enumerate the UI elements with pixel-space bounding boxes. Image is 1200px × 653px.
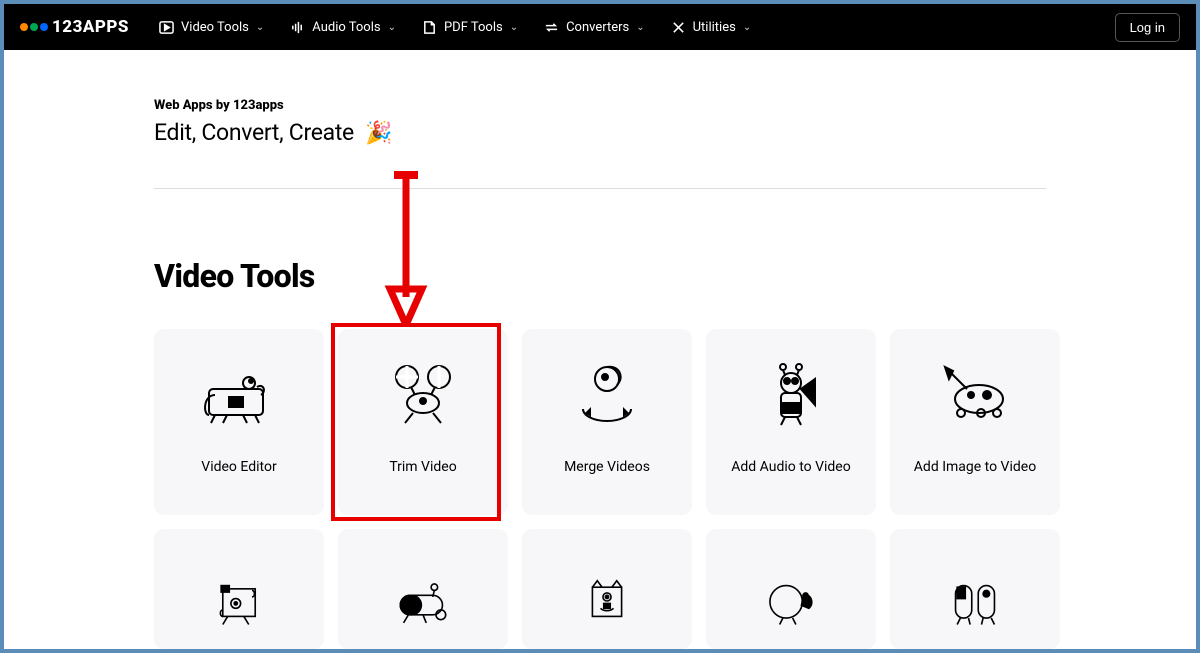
- illustration-capsule-icon: [379, 557, 467, 631]
- nav-label: Utilities: [693, 20, 736, 35]
- hero: Web Apps by 123apps Edit, Convert, Creat…: [154, 50, 1046, 146]
- nav-audio-tools[interactable]: Audio Tools ⌄: [290, 20, 396, 35]
- nav-converters[interactable]: Converters ⌄: [544, 20, 645, 35]
- logo[interactable]: 123APPS: [20, 17, 129, 37]
- card-label: Add Audio to Video: [731, 459, 850, 475]
- nav-label: PDF Tools: [444, 20, 503, 35]
- card-row2-3[interactable]: [706, 529, 876, 649]
- card-row2-2[interactable]: [522, 529, 692, 649]
- section-title: Video Tools: [154, 257, 1046, 295]
- card-row2-0[interactable]: [154, 529, 324, 649]
- logo-dot-3: [40, 23, 48, 31]
- utilities-icon: [671, 20, 686, 35]
- chevron-down-icon: ⌄: [256, 22, 264, 33]
- logo-dot-2: [30, 23, 38, 31]
- convert-icon: [544, 20, 559, 35]
- illustration-musician-icon: [747, 357, 835, 431]
- illustration-bug-icon: [931, 357, 1019, 431]
- logo-dots: [20, 23, 48, 31]
- play-icon: [159, 20, 174, 35]
- nav-video-tools[interactable]: Video Tools ⌄: [159, 20, 264, 35]
- card-add-audio[interactable]: Add Audio to Video: [706, 329, 876, 515]
- nav-pdf-tools[interactable]: PDF Tools ⌄: [422, 20, 518, 35]
- tools-grid: Video Editor Trim Video: [154, 329, 1046, 515]
- illustration-scroll-icon: [195, 557, 283, 631]
- card-video-editor[interactable]: Video Editor: [154, 329, 324, 515]
- illustration-people-icon: [931, 557, 1019, 631]
- card-merge-videos[interactable]: Merge Videos: [522, 329, 692, 515]
- nav-label: Video Tools: [181, 20, 249, 35]
- card-trim-video[interactable]: Trim Video: [338, 329, 508, 515]
- illustration-bird-icon: [747, 557, 835, 631]
- chevron-down-icon: ⌄: [636, 22, 644, 33]
- illustration-chameleon-icon: [195, 357, 283, 431]
- nav-label: Converters: [566, 20, 629, 35]
- pdf-icon: [422, 20, 437, 35]
- chevron-down-icon: ⌄: [388, 22, 396, 33]
- nav-label: Audio Tools: [312, 20, 380, 35]
- nav-utilities[interactable]: Utilities ⌄: [671, 20, 752, 35]
- illustration-cat-icon: [563, 557, 651, 631]
- card-label: Merge Videos: [564, 459, 650, 475]
- chevron-down-icon: ⌄: [510, 22, 518, 33]
- logo-text: 123APPS: [52, 17, 129, 37]
- card-label: Trim Video: [389, 459, 456, 475]
- header: 123APPS Video Tools ⌄ Audio Tools ⌄: [4, 4, 1196, 50]
- illustration-crab-icon: [379, 357, 467, 431]
- login-button[interactable]: Log in: [1115, 13, 1180, 42]
- hero-tagline: Edit, Convert, Create 🎉: [154, 119, 1046, 146]
- hero-tagline-text: Edit, Convert, Create: [154, 119, 354, 146]
- card-add-image[interactable]: Add Image to Video: [890, 329, 1060, 515]
- audio-icon: [290, 20, 305, 35]
- illustration-snake-icon: [563, 357, 651, 431]
- party-emoji-icon: 🎉: [365, 121, 392, 146]
- card-row2-1[interactable]: [338, 529, 508, 649]
- card-row2-4[interactable]: [890, 529, 1060, 649]
- chevron-down-icon: ⌄: [743, 22, 751, 33]
- card-label: Add Image to Video: [914, 459, 1036, 475]
- card-label: Video Editor: [201, 459, 276, 475]
- main-content: Web Apps by 123apps Edit, Convert, Creat…: [4, 50, 1196, 649]
- hero-eyebrow: Web Apps by 123apps: [154, 98, 1046, 113]
- divider: [154, 188, 1046, 189]
- main-nav: Video Tools ⌄ Audio Tools ⌄ PDF Tools ⌄: [159, 20, 751, 35]
- page-frame: 123APPS Video Tools ⌄ Audio Tools ⌄: [0, 0, 1200, 653]
- tools-grid-row2: [154, 529, 1046, 649]
- logo-dot-1: [20, 23, 28, 31]
